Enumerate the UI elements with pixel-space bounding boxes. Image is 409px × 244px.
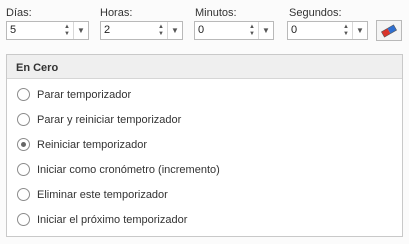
- days-value[interactable]: 5: [7, 22, 61, 39]
- seconds-value[interactable]: 0: [288, 22, 340, 39]
- days-label: Días:: [6, 7, 32, 19]
- up-arrow-icon[interactable]: ▲: [249, 24, 255, 31]
- radio-label[interactable]: Parar temporizador: [37, 89, 131, 101]
- reset-button[interactable]: [376, 20, 402, 41]
- on-zero-group-title: En Cero: [7, 55, 402, 79]
- minutes-label: Minutos:: [195, 7, 237, 19]
- radio-label[interactable]: Iniciar como cronómetro (incremento): [37, 164, 220, 176]
- days-stepper[interactable]: ▲ ▼: [61, 22, 73, 39]
- down-arrow-icon[interactable]: ▼: [249, 31, 255, 38]
- hours-label: Horas:: [100, 7, 133, 19]
- radio-stop-timer[interactable]: Parar temporizador: [17, 88, 131, 101]
- radio-stop-reset-timer[interactable]: Parar y reiniciar temporizador: [17, 113, 181, 126]
- minutes-stepper[interactable]: ▲ ▼: [246, 22, 258, 39]
- radio-button-selected[interactable]: [17, 138, 30, 151]
- hours-value[interactable]: 2: [101, 22, 155, 39]
- radio-button[interactable]: [17, 163, 30, 176]
- radio-button[interactable]: [17, 188, 30, 201]
- minutes-spinner[interactable]: 0 ▲ ▼ ▼: [194, 21, 274, 40]
- seconds-stepper[interactable]: ▲ ▼: [340, 22, 352, 39]
- hours-spinner[interactable]: 2 ▲ ▼ ▼: [100, 21, 183, 40]
- days-dropdown-icon[interactable]: ▼: [73, 22, 88, 39]
- seconds-dropdown-icon[interactable]: ▼: [352, 22, 367, 39]
- down-arrow-icon[interactable]: ▼: [64, 31, 70, 38]
- seconds-spinner[interactable]: 0 ▲ ▼ ▼: [287, 21, 368, 40]
- radio-reset-timer[interactable]: Reiniciar temporizador: [17, 138, 147, 151]
- radio-start-next-timer[interactable]: Iniciar el próximo temporizador: [17, 213, 187, 226]
- down-arrow-icon[interactable]: ▼: [158, 31, 164, 38]
- days-spinner[interactable]: 5 ▲ ▼ ▼: [6, 21, 89, 40]
- hours-dropdown-icon[interactable]: ▼: [167, 22, 182, 39]
- minutes-value[interactable]: 0: [195, 22, 246, 39]
- radio-button[interactable]: [17, 113, 30, 126]
- radio-start-stopwatch[interactable]: Iniciar como cronómetro (incremento): [17, 163, 220, 176]
- eraser-icon: [381, 23, 397, 38]
- hours-stepper[interactable]: ▲ ▼: [155, 22, 167, 39]
- radio-label[interactable]: Eliminar este temporizador: [37, 189, 168, 201]
- radio-delete-timer[interactable]: Eliminar este temporizador: [17, 188, 168, 201]
- down-arrow-icon[interactable]: ▼: [343, 31, 349, 38]
- radio-button[interactable]: [17, 88, 30, 101]
- up-arrow-icon[interactable]: ▲: [158, 24, 164, 31]
- up-arrow-icon[interactable]: ▲: [343, 24, 349, 31]
- minutes-dropdown-icon[interactable]: ▼: [258, 22, 273, 39]
- radio-label[interactable]: Reiniciar temporizador: [37, 139, 147, 151]
- on-zero-group: En Cero Parar temporizador Parar y reini…: [6, 54, 403, 237]
- up-arrow-icon[interactable]: ▲: [64, 24, 70, 31]
- radio-label[interactable]: Iniciar el próximo temporizador: [37, 214, 187, 226]
- radio-button[interactable]: [17, 213, 30, 226]
- seconds-label: Segundos:: [289, 7, 342, 19]
- radio-label[interactable]: Parar y reiniciar temporizador: [37, 114, 181, 126]
